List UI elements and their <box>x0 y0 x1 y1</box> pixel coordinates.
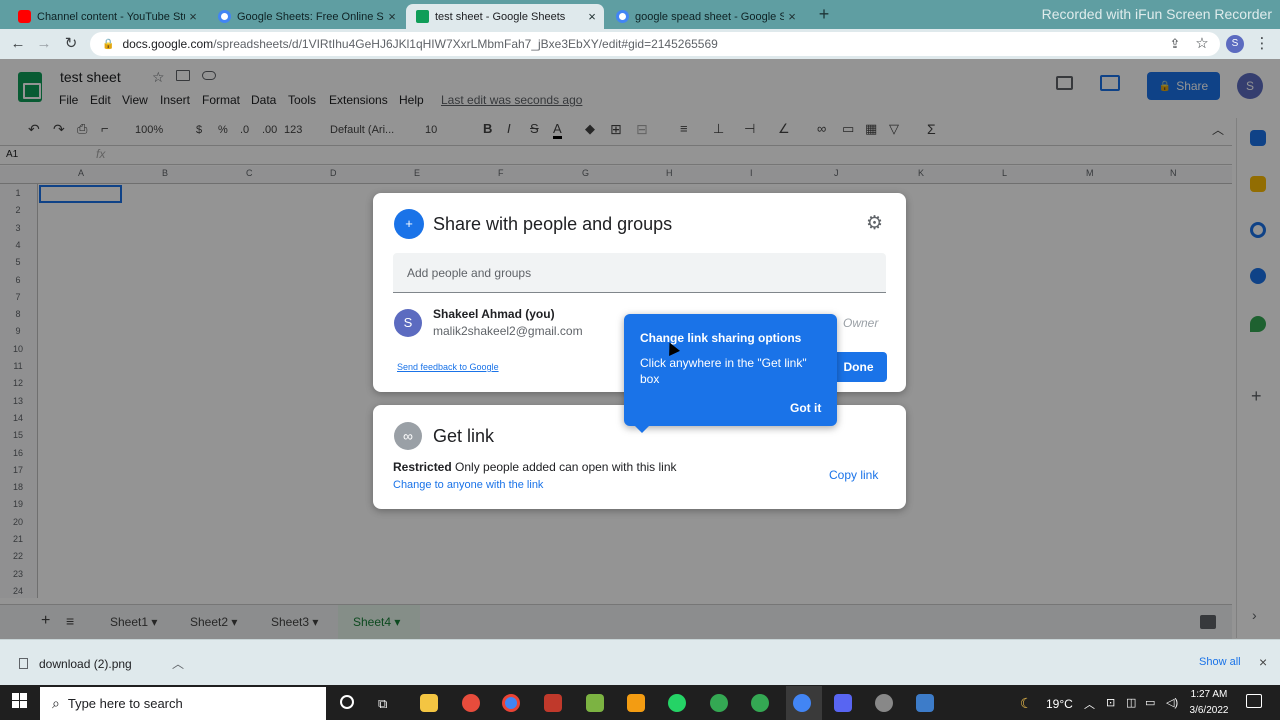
file-explorer-icon[interactable] <box>420 694 438 712</box>
download-filename: download (2).png <box>39 657 132 671</box>
chevron-up-icon[interactable]: ︿ <box>1084 696 1095 712</box>
link-access-status: Restricted Only people added can open wi… <box>393 460 677 474</box>
restricted-description: Only people added can open with this lin… <box>451 460 677 474</box>
gear-icon[interactable]: ⚙ <box>866 214 883 234</box>
youtube-icon <box>18 10 31 23</box>
app-icon[interactable] <box>462 694 480 712</box>
close-icon[interactable]: × <box>384 9 400 24</box>
sheets-icon <box>416 10 429 23</box>
close-icon[interactable]: × <box>584 9 600 24</box>
bookmark-star-icon[interactable]: ☆ <box>1192 34 1212 54</box>
chrome-icon[interactable] <box>793 694 811 712</box>
user-email: malik2shakeel2@gmail.com <box>433 324 583 338</box>
browser-tab-search[interactable]: google spead sheet - Google Search × <box>606 4 804 29</box>
send-feedback-link[interactable]: Send feedback to Google <box>397 362 499 372</box>
search-icon: ⌕ <box>52 695 60 711</box>
new-tab-button[interactable]: + <box>814 4 834 24</box>
url-host: docs.google.com <box>122 37 214 51</box>
share-page-icon[interactable]: ⇪ <box>1165 34 1185 54</box>
tooltip-body: Click anywhere in the "Get link" box <box>640 356 807 386</box>
close-icon[interactable]: × <box>784 9 800 24</box>
copy-link-button[interactable]: Copy link <box>829 468 878 482</box>
get-link-title: Get link <box>433 426 495 446</box>
battery-icon[interactable]: ▭ <box>1145 696 1155 709</box>
notifications-icon[interactable] <box>1246 694 1262 708</box>
whatsapp-icon[interactable] <box>668 694 686 712</box>
chrome-profile-icon[interactable] <box>751 694 769 712</box>
discord-icon[interactable] <box>834 694 852 712</box>
app-icon[interactable] <box>916 694 934 712</box>
restricted-label: Restricted <box>393 460 452 474</box>
google-icon <box>616 10 629 23</box>
google-icon <box>218 10 231 23</box>
add-people-input[interactable] <box>393 253 886 293</box>
task-view-icon[interactable]: ⧉ <box>378 696 387 712</box>
download-bar <box>0 639 1280 685</box>
tab-title: test sheet - Google Sheets <box>435 10 566 23</box>
download-item[interactable]: download (2).png <box>19 657 132 671</box>
browser-tab-test-sheet[interactable]: test sheet - Google Sheets × <box>406 4 604 29</box>
browser-tab-youtube[interactable]: Channel content - YouTube Studio × <box>8 4 205 29</box>
system-tray-icon[interactable]: ◫ <box>1126 696 1136 709</box>
clock-date[interactable]: 3/6/2022 <box>1186 705 1232 716</box>
browser-tab-sheets-info[interactable]: Google Sheets: Free Online Spreadsheet × <box>208 4 404 29</box>
windows-start-icon[interactable] <box>12 693 28 709</box>
bluestacks-icon[interactable] <box>627 694 645 712</box>
app-icon[interactable] <box>586 694 604 712</box>
recorder-watermark: Recorded with iFun Screen Recorder <box>1041 6 1272 22</box>
app-icon[interactable] <box>875 694 893 712</box>
got-it-button[interactable]: Got it <box>790 401 821 415</box>
close-icon[interactable]: × <box>1259 654 1267 670</box>
cortana-icon[interactable] <box>340 695 354 709</box>
lock-icon: 🔒 <box>102 38 115 50</box>
done-button[interactable]: Done <box>830 352 887 382</box>
address-bar[interactable]: 🔒 docs.google.com /spreadsheets/d/1VIRtI… <box>90 32 1220 56</box>
browser-nav-bar: ← → ↻ 🔒 docs.google.com /spreadsheets/d/… <box>0 29 1280 59</box>
clock-time[interactable]: 1:27 AM <box>1188 689 1230 700</box>
user-avatar: S <box>394 309 422 337</box>
user-name: Shakeel Ahmad (you) <box>433 307 555 321</box>
weather-temp[interactable]: 19°C <box>1046 697 1073 711</box>
show-all-button[interactable]: Show all <box>1199 656 1241 668</box>
link-icon: ∞ <box>394 422 422 450</box>
file-icon <box>19 658 28 669</box>
taskbar-search-box[interactable]: ⌕ Type here to search <box>40 687 326 720</box>
tab-title: google spead sheet - Google Search <box>635 10 784 23</box>
chrome-profile-icon[interactable] <box>710 694 728 712</box>
back-icon[interactable]: ← <box>8 34 28 54</box>
weather-moon-icon: ☾ <box>1020 695 1033 711</box>
tab-title: Google Sheets: Free Online Spreadsheet <box>237 10 384 23</box>
change-link-access-link[interactable]: Change to anyone with the link <box>393 479 543 491</box>
chevron-up-icon[interactable]: ︿ <box>172 655 184 672</box>
share-dialog-title: Share with people and groups <box>433 214 673 234</box>
tab-title: Channel content - YouTube Studio <box>37 10 185 23</box>
user-role: Owner <box>843 316 879 330</box>
chrome-icon[interactable] <box>502 694 520 712</box>
reload-icon[interactable]: ↻ <box>61 34 81 54</box>
browser-menu-icon[interactable]: ⋮ <box>1252 34 1272 54</box>
tooltip-title: Change link sharing options <box>640 331 802 345</box>
search-placeholder: Type here to search <box>67 696 183 711</box>
person-add-icon: + <box>394 209 424 239</box>
close-icon[interactable]: × <box>185 9 201 24</box>
forward-icon[interactable]: → <box>34 34 54 54</box>
recorder-app-icon[interactable] <box>544 694 562 712</box>
profile-avatar[interactable]: S <box>1226 35 1244 53</box>
network-icon[interactable]: ⊡ <box>1106 696 1115 709</box>
volume-icon[interactable]: ◁) <box>1166 696 1178 709</box>
url-path: /spreadsheets/d/1VIRtIhu4GeHJ6JKl1qHIW7X… <box>213 37 718 51</box>
